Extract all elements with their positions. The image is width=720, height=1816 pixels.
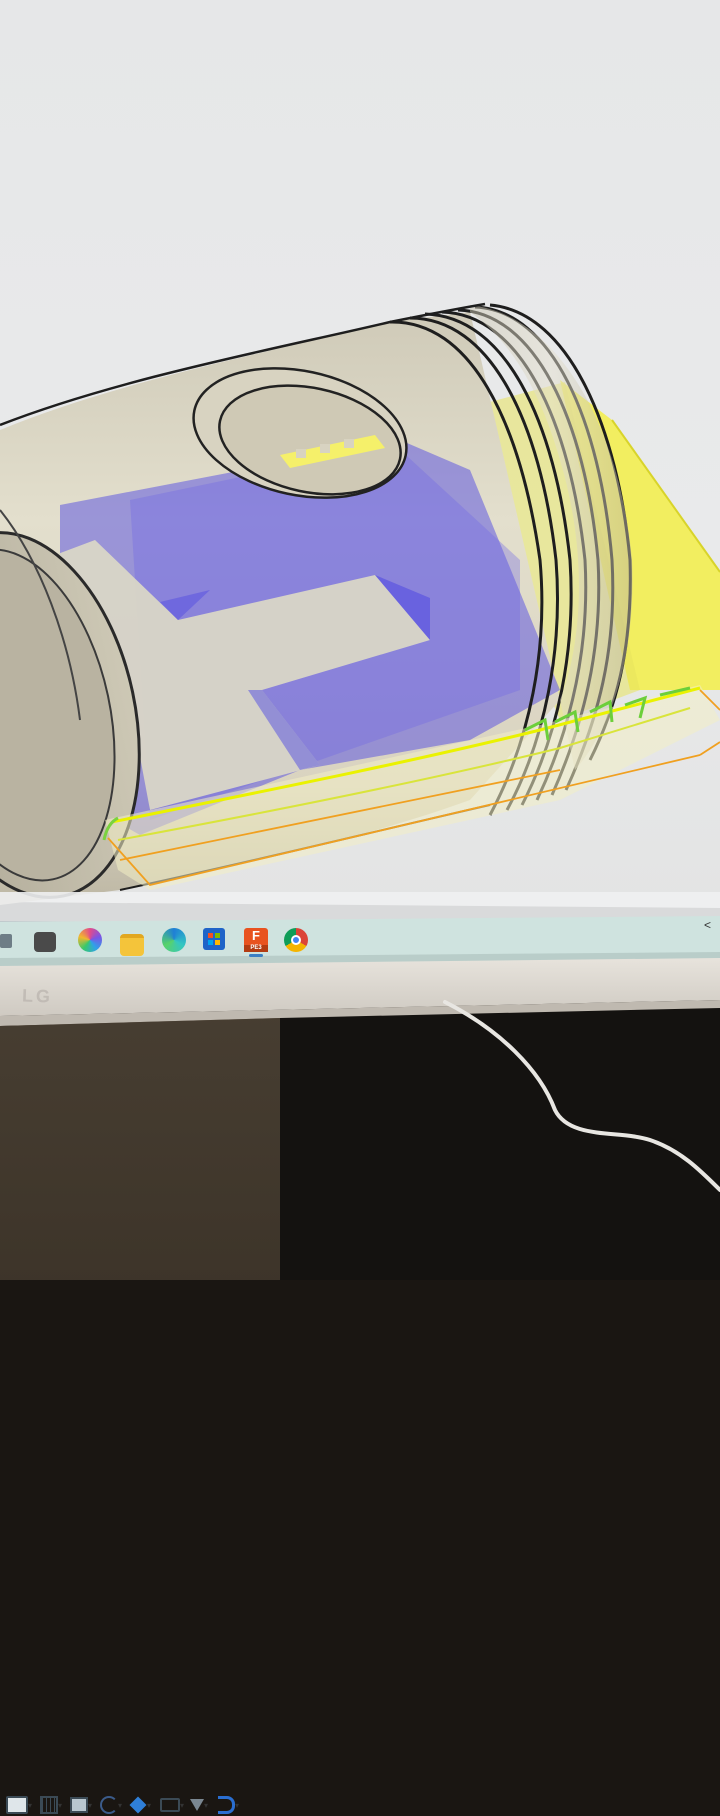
fusion-icon-label: F <box>252 928 260 943</box>
widgets-icon[interactable] <box>34 932 56 952</box>
copilot-icon[interactable] <box>78 928 102 952</box>
selection-filter-icon[interactable]: ▾ <box>190 1794 208 1816</box>
magnet-icon[interactable]: ▾ <box>218 1794 239 1816</box>
grid-icon[interactable]: ▾ <box>40 1794 62 1816</box>
task-view-icon[interactable] <box>0 934 12 948</box>
orbit-icon[interactable]: ▾ <box>100 1794 122 1816</box>
microsoft-store-icon[interactable] <box>203 928 225 950</box>
chrome-icon[interactable] <box>284 928 308 952</box>
fusion-badge: PE3 <box>244 945 268 952</box>
display-mode-icon[interactable]: ▾ <box>6 1794 32 1816</box>
section-analysis-icon[interactable]: ▾ <box>129 1794 151 1816</box>
visual-style-icon[interactable]: ▾ <box>70 1794 92 1816</box>
fusion-active-indicator <box>249 954 263 957</box>
taskbar <box>0 922 720 962</box>
fusion-icon[interactable]: F PE3 <box>244 928 268 952</box>
monitor-brand-logo: LG <box>21 985 54 1007</box>
file-explorer-icon[interactable] <box>120 934 144 956</box>
photo-of-monitor <box>0 0 720 1280</box>
camera-icon[interactable]: ▾ <box>160 1794 184 1816</box>
navigation-bar: ▾ ▾ ▾ ▾ ▾ ▾ ▾ ▾ <box>0 896 260 1814</box>
edge-icon[interactable] <box>162 928 186 952</box>
